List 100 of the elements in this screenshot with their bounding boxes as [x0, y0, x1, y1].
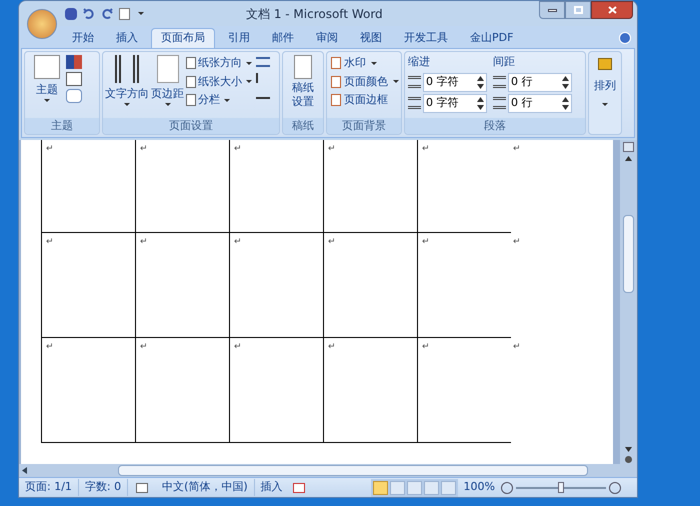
manuscript-button[interactable]: 稿纸设置: [283, 52, 323, 118]
zoom-slider[interactable]: [516, 482, 606, 494]
scrollbar-thumb[interactable]: [623, 215, 634, 293]
page-icon: [186, 94, 196, 106]
ribbon-tab[interactable]: 邮件: [263, 28, 303, 48]
arrange-icon: [598, 58, 612, 70]
caret-icon: [138, 12, 144, 15]
table-cell: ↵: [41, 140, 135, 233]
theme-button[interactable]: 主题: [31, 55, 63, 102]
zoom-in-icon[interactable]: [609, 482, 621, 494]
ribbon-tab[interactable]: 页面布局: [151, 28, 215, 48]
insert-mode-status[interactable]: 插入: [254, 479, 289, 496]
spin-down-icon[interactable]: [562, 84, 569, 88]
table-cell: ↵: [41, 338, 135, 443]
undo-icon[interactable]: [83, 8, 95, 20]
spin-field[interactable]: 0 行: [508, 94, 572, 112]
table-cell: ↵: [41, 233, 135, 338]
table-cell: ↵: [323, 140, 417, 233]
table-cell: ↵: [135, 233, 229, 338]
table-cell: ↵: [135, 338, 229, 443]
maximize-button[interactable]: [565, 1, 591, 19]
ribbon-large-button[interactable]: 页边距: [151, 55, 184, 106]
page-icon: [331, 57, 341, 70]
table-cell: ↵: [323, 233, 417, 338]
spin-down-icon[interactable]: [477, 104, 484, 110]
caret-icon: [393, 80, 399, 84]
scroll-up-icon[interactable]: [625, 156, 632, 161]
ribbon-tab[interactable]: 插入: [107, 28, 147, 48]
group-title: 页面设置: [103, 118, 279, 134]
language-status[interactable]: 中文(简体，中国): [156, 479, 255, 496]
end-of-row-mark: ↵: [512, 341, 521, 354]
spin-field[interactable]: 0 字符: [423, 94, 487, 112]
page-icon: [331, 94, 341, 106]
scroll-down-icon[interactable]: [625, 447, 632, 452]
scroll-left-icon[interactable]: [22, 467, 27, 474]
table-cell: ↵: [417, 140, 511, 233]
table-cell: ↵: [135, 140, 229, 233]
caret-icon: [44, 98, 50, 102]
ribbon-tab[interactable]: 视图: [351, 28, 391, 48]
ribbon-tab[interactable]: 开始: [63, 28, 103, 48]
status-text: 字数: 0: [78, 479, 128, 496]
spin-field[interactable]: 0 行: [508, 72, 572, 92]
redo-icon[interactable]: [101, 8, 113, 20]
spin-up-icon[interactable]: [477, 76, 484, 80]
group-title: 页面背景: [327, 118, 401, 134]
group-label: 间距: [493, 54, 516, 70]
caret-icon: [164, 102, 170, 106]
margins-icon: [156, 55, 178, 83]
ribbon-small-button[interactable]: 纸张方向: [186, 55, 254, 72]
spin-field[interactable]: 0 字符: [423, 72, 487, 92]
ribbon-tab[interactable]: 金山PDF: [461, 28, 522, 48]
ribbon-small-button[interactable]: 水印: [331, 55, 401, 72]
table-cell: ↵: [229, 338, 323, 443]
end-of-row-mark: ↵: [512, 143, 521, 156]
spin-down-icon[interactable]: [477, 84, 484, 88]
zoom-out-icon[interactable]: [501, 482, 513, 494]
close-button[interactable]: [591, 1, 633, 19]
ribbon-small-button[interactable]: 分栏: [186, 92, 254, 108]
text-direction-icon: [115, 55, 139, 83]
caret-icon: [224, 98, 230, 102]
ribbon-small-button[interactable]: 页面颜色: [331, 74, 401, 90]
spin-up-icon[interactable]: [562, 96, 569, 102]
spin-up-icon[interactable]: [477, 96, 484, 102]
vertical-scrollbar[interactable]: [620, 140, 637, 477]
ribbon-small-button[interactable]: 纸张大小: [186, 74, 254, 90]
end-of-row-mark: ↵: [512, 236, 521, 249]
colors-icon: [66, 55, 82, 69]
group-label: 缩进: [408, 54, 431, 70]
ribbon-tab[interactable]: 引用: [219, 28, 259, 48]
close-icon: [608, 6, 616, 14]
caret-icon: [602, 102, 608, 106]
group-title: 主题: [25, 118, 99, 134]
group-title: 稿纸: [283, 118, 323, 134]
table-cell: ↵: [229, 140, 323, 233]
zoom-level[interactable]: 100%: [458, 479, 501, 496]
scrollbar-thumb[interactable]: [118, 465, 588, 476]
help-icon[interactable]: [619, 32, 631, 44]
status-text: 页面: 1/1: [19, 479, 79, 496]
document-icon: [294, 55, 312, 79]
caret-icon: [124, 102, 130, 106]
horizontal-scrollbar[interactable]: [19, 464, 620, 477]
table-cell: ↵: [417, 338, 511, 443]
page-icon: [331, 76, 341, 88]
spin-down-icon[interactable]: [562, 104, 569, 110]
caret-icon: [371, 62, 377, 65]
ribbon-tab[interactable]: 审阅: [307, 28, 347, 48]
page-icon: [186, 76, 196, 88]
spin-up-icon[interactable]: [562, 76, 569, 80]
slider-thumb[interactable]: [558, 482, 564, 492]
table-cell: ↵: [229, 233, 323, 338]
caret-icon: [246, 62, 252, 65]
caret-icon: [246, 80, 252, 84]
ribbon-tab[interactable]: 开发工具: [395, 28, 457, 48]
window-title: 文档 1 - Microsoft Word: [246, 6, 383, 22]
table-cell: ↵: [417, 233, 511, 338]
ribbon-large-button[interactable]: 文字方向: [105, 55, 149, 106]
page-icon: [186, 57, 196, 70]
table-cell: ↵: [323, 338, 417, 443]
ribbon-small-button[interactable]: 页面边框: [331, 92, 401, 108]
minimize-button[interactable]: [539, 1, 565, 19]
